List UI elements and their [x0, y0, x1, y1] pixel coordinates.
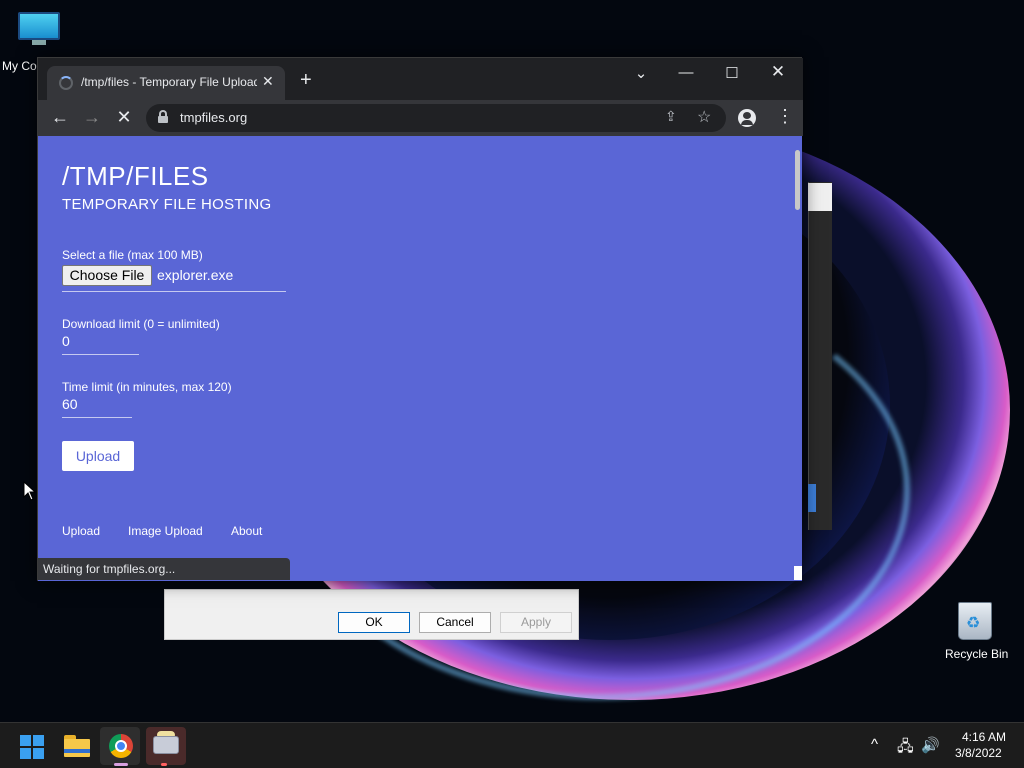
recycle-bin-label: Recycle Bin [945, 647, 1009, 661]
share-icon[interactable]: ⇪ [665, 108, 677, 125]
selected-file-name: explorer.exe [157, 267, 234, 283]
my-computer-icon[interactable] [18, 12, 60, 46]
choose-file-button[interactable]: Choose File [62, 265, 152, 286]
network-icon[interactable]: 🖧 [897, 736, 914, 761]
footer-link-about[interactable]: About [231, 524, 262, 538]
footer-link-upload[interactable]: Upload [62, 524, 100, 538]
mouse-cursor-icon [23, 481, 37, 501]
background-window-edge [808, 182, 832, 530]
close-window-button[interactable]: ✕ [768, 62, 788, 82]
browser-tab[interactable]: /tmp/files - Temporary File Upload ✕ [47, 66, 285, 100]
time-limit-input[interactable]: 60 [62, 396, 132, 418]
kebab-menu-icon[interactable]: ⋮ [776, 106, 794, 127]
page-viewport: /TMP/FILES TEMPORARY FILE HOSTING Select… [38, 136, 794, 581]
page-subtitle: TEMPORARY FILE HOSTING [62, 196, 272, 213]
status-bubble: Waiting for tmpfiles.org... [38, 558, 290, 580]
time-limit-label: Time limit (in minutes, max 120) [62, 380, 232, 394]
background-window-header [808, 183, 832, 211]
taskbar: ^ 🖧 🔊 4:16 AM 3/8/2022 [0, 722, 1024, 768]
footer-link-image-upload[interactable]: Image Upload [128, 524, 203, 538]
my-computer-label: My Co [2, 59, 37, 73]
keyboard-app-indicator [161, 763, 167, 766]
volume-icon[interactable]: 🔊 [921, 736, 940, 754]
chrome-running-indicator [114, 763, 128, 766]
browser-toolbar: ← → ✕ tmpfiles.org ⇪ ☆ ⋮ [38, 100, 803, 136]
stop-loading-icon[interactable]: ✕ [113, 107, 135, 127]
page-title: /TMP/FILES [62, 161, 209, 191]
address-bar[interactable]: tmpfiles.org ⇪ ☆ [146, 104, 726, 132]
keyboard-app-icon[interactable] [153, 736, 179, 754]
bookmark-star-icon[interactable]: ☆ [697, 107, 711, 127]
scrollbar-corner [794, 566, 802, 580]
recycle-bin-icon[interactable]: ♻ [956, 598, 994, 642]
new-tab-button[interactable]: + [300, 70, 312, 90]
url-text[interactable]: tmpfiles.org [180, 110, 247, 125]
download-limit-label: Download limit (0 = unlimited) [62, 317, 220, 331]
profile-avatar-icon[interactable] [738, 109, 756, 127]
background-window-button [808, 484, 816, 512]
clock-date[interactable]: 3/8/2022 [955, 746, 1002, 760]
background-properties-dialog: OK Cancel Apply [164, 589, 579, 640]
tab-search-icon[interactable]: ⌄ [631, 64, 651, 82]
download-limit-input[interactable]: 0 [62, 333, 139, 355]
tab-close-icon[interactable]: ✕ [262, 73, 274, 90]
tab-title: /tmp/files - Temporary File Upload [81, 75, 257, 89]
tray-overflow-chevron-icon[interactable]: ^ [871, 736, 878, 753]
dialog-cancel-button[interactable]: Cancel [419, 612, 491, 633]
lock-icon[interactable] [158, 110, 168, 124]
file-explorer-icon[interactable] [64, 735, 90, 757]
page-scrollbar[interactable] [794, 136, 802, 581]
loading-spinner-icon [59, 76, 73, 90]
file-input: Choose File explorer.exe [62, 265, 286, 292]
start-windows-icon[interactable] [20, 735, 44, 759]
upload-button[interactable]: Upload [62, 441, 134, 471]
tab-strip: /tmp/files - Temporary File Upload ✕ + ⌄… [38, 58, 803, 100]
clock-time[interactable]: 4:16 AM [962, 730, 1006, 744]
scrollbar-thumb[interactable] [795, 150, 800, 210]
dialog-apply-button: Apply [500, 612, 572, 633]
minimize-button[interactable]: — [676, 64, 696, 81]
forward-arrow-icon[interactable]: → [81, 107, 103, 127]
dialog-ok-button[interactable]: OK [338, 612, 410, 633]
maximize-button[interactable]: ☐ [722, 64, 742, 82]
browser-window: /tmp/files - Temporary File Upload ✕ + ⌄… [37, 57, 803, 581]
chrome-icon[interactable] [109, 734, 133, 758]
back-arrow-icon[interactable]: ← [49, 107, 71, 127]
file-field-label: Select a file (max 100 MB) [62, 248, 203, 262]
